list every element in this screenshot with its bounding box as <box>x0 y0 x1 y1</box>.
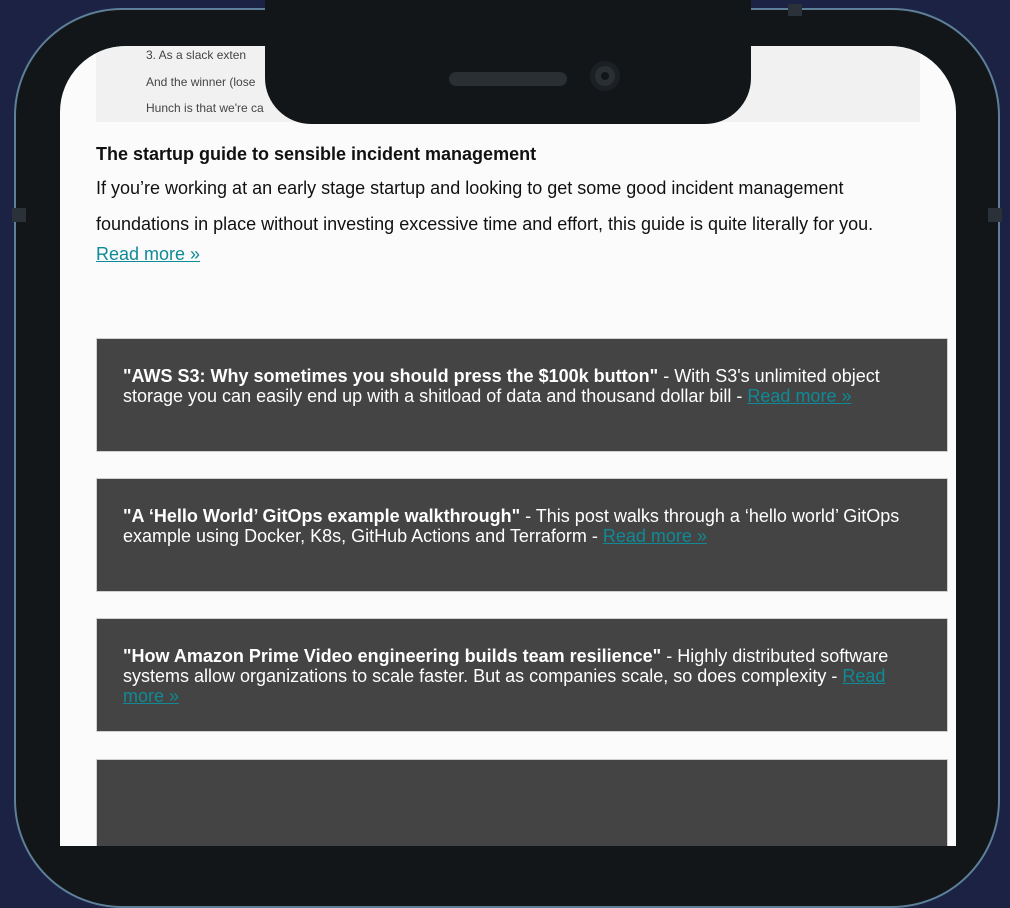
phone-notch <box>265 0 751 124</box>
front-camera-icon <box>590 61 620 91</box>
article-card-title: "AWS S3: Why sometimes you should press … <box>123 366 659 386</box>
article-card: "How Amazon Prime Video engineering buil… <box>96 618 948 732</box>
article-card-separator: - <box>586 526 603 546</box>
article-card-separator: - <box>658 366 675 386</box>
article-card-title: "How Amazon Prime Video engineering buil… <box>123 646 662 666</box>
article-card-separator: - <box>826 666 843 686</box>
phone-side-button <box>988 208 1002 222</box>
featured-article: The startup guide to sensible incident m… <box>96 142 936 265</box>
featured-article-title: The startup guide to sensible incident m… <box>96 144 537 164</box>
previous-snippet-line: And the winner (lose <box>146 75 256 89</box>
phone-side-button <box>788 4 802 16</box>
article-card-separator: - <box>731 386 748 406</box>
article-read-more-link[interactable]: Read more » <box>747 386 851 406</box>
article-card-separator: - <box>520 506 536 526</box>
previous-snippet-line: Hunch is that we're ca <box>146 101 264 115</box>
article-card: "A ‘Hello World’ GitOps example walkthro… <box>96 478 948 592</box>
speaker-grille <box>449 72 567 86</box>
featured-article-description: If you’re working at an early stage star… <box>96 178 874 234</box>
article-card: "AWS S3: Why sometimes you should press … <box>96 338 948 452</box>
article-read-more-link[interactable]: Read more » <box>603 526 707 546</box>
previous-snippet-line: 3. As a slack exten <box>146 48 247 62</box>
article-card-partial <box>96 759 948 846</box>
article-card-separator: - <box>661 646 678 666</box>
phone-side-button <box>12 208 26 222</box>
featured-read-more-link[interactable]: Read more » <box>96 244 200 265</box>
article-card-title: "A ‘Hello World’ GitOps example walkthro… <box>123 506 521 526</box>
email-screen: 3. As a slack exten And the winner (lose… <box>60 46 956 846</box>
